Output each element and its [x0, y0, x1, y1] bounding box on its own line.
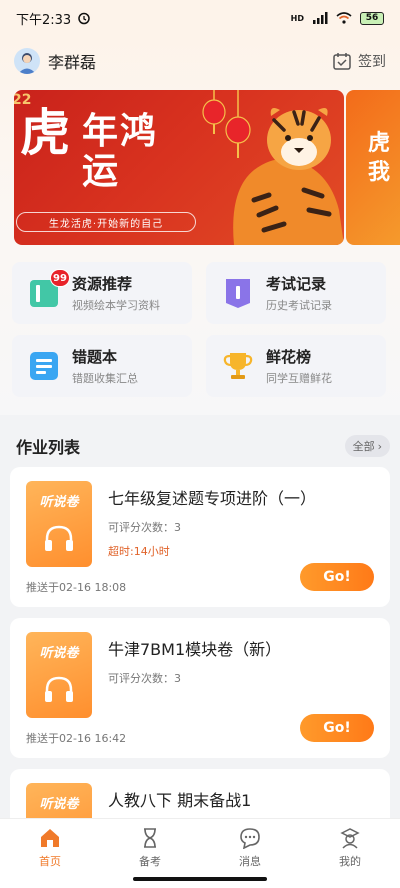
signal-icon — [313, 12, 328, 24]
mistake-book-subtitle: 错题收集汇总 — [72, 372, 138, 385]
signin-label: 签到 — [358, 54, 386, 70]
thumbnail-label: 听说卷 — [39, 495, 79, 510]
signin-button[interactable]: 签到 — [332, 51, 386, 71]
flower-rank-title: 鲜花榜 — [266, 348, 312, 366]
profile-icon — [340, 828, 360, 849]
mistake-book-icon — [28, 350, 60, 382]
headphones-icon — [45, 676, 73, 702]
tab-label: 首页 — [39, 855, 61, 868]
homework-thumbnail: 听说卷 — [26, 481, 92, 567]
banner-title-char: 虎 — [20, 103, 70, 162]
header: 李群磊 签到 — [0, 36, 400, 86]
resource-badge: 99 — [50, 269, 70, 287]
flower-rank-subtitle: 同学互赠鲜花 — [266, 372, 332, 385]
tiger-illustration — [233, 108, 344, 245]
homework-push-time: 推送于02-16 16:42 — [26, 732, 127, 745]
tab-prepare[interactable]: 备考 — [120, 827, 180, 869]
homework-item-title: 牛津7BM1模块卷（新） — [108, 640, 282, 659]
tab-label: 我的 — [339, 855, 361, 868]
homework-score-count: 可评分次数：3 — [108, 521, 181, 534]
home-indicator — [133, 877, 267, 881]
resource-card[interactable]: 99 资源推荐 视频绘本学习资料 — [12, 262, 192, 324]
mistake-book-title: 错题本 — [72, 348, 118, 366]
homework-overtime: 超时:14小时 — [108, 545, 170, 558]
message-icon — [240, 828, 260, 849]
hourglass-icon — [144, 828, 156, 848]
user-profile[interactable]: 李群磊 — [14, 48, 96, 74]
homework-card[interactable]: 听说卷 七年级复述题专项进阶（一） 可评分次数：3 超时:14小时 推送于02-… — [10, 467, 390, 607]
battery-indicator: 56 — [360, 11, 384, 25]
mistake-book-card[interactable]: 错题本 错题收集汇总 — [12, 335, 192, 397]
banner-next-peek[interactable]: 虎 我 — [346, 90, 400, 245]
thumbnail-label: 听说卷 — [39, 797, 79, 812]
status-time: 下午2:33 — [16, 12, 72, 28]
exam-record-icon — [222, 277, 254, 309]
homework-push-time: 推送于02-16 18:08 — [26, 581, 127, 594]
tab-home[interactable]: 首页 — [20, 827, 80, 869]
go-button[interactable]: Go! — [300, 714, 374, 742]
exam-record-subtitle: 历史考试记录 — [266, 299, 332, 312]
go-button[interactable]: Go! — [300, 563, 374, 591]
homework-header: 作业列表 全部 › — [16, 432, 390, 460]
homework-title: 作业列表 — [16, 438, 81, 457]
banner-title-rest: 年鸿运 — [82, 110, 159, 192]
headphones-icon — [45, 525, 73, 551]
resource-icon: 99 — [28, 269, 70, 309]
banner-peek-text: 虎 我 — [368, 131, 391, 185]
network-label: HD — [290, 13, 304, 23]
resource-subtitle: 视频绘本学习资料 — [72, 299, 160, 312]
alarm-icon — [78, 12, 90, 25]
wifi-icon — [336, 12, 352, 24]
homework-item-title: 七年级复述题专项进阶（一） — [108, 489, 317, 508]
banner-subtitle: 生龙活虎·开始新的自己 — [16, 212, 196, 232]
tab-profile[interactable]: 我的 — [320, 827, 380, 869]
exam-record-title: 考试记录 — [266, 275, 327, 293]
homework-card[interactable]: 听说卷 牛津7BM1模块卷（新） 可评分次数：3 推送于02-16 16:42 … — [10, 618, 390, 758]
tab-label: 消息 — [239, 855, 261, 868]
calendar-icon — [333, 53, 351, 70]
tab-label: 备考 — [139, 855, 161, 868]
avatar[interactable] — [14, 48, 40, 74]
flower-rank-card[interactable]: 鲜花榜 同学互赠鲜花 — [206, 335, 386, 397]
tab-messages[interactable]: 消息 — [220, 827, 280, 869]
resource-title: 资源推荐 — [72, 275, 133, 293]
homework-score-count: 可评分次数：3 — [108, 672, 181, 685]
status-bar: 下午2:33 HD 56 — [0, 0, 400, 36]
homework-item-title: 人教八下 期末备战1 — [108, 791, 252, 810]
homework-thumbnail: 听说卷 — [26, 632, 92, 718]
view-all-label: 全部 — [352, 440, 375, 453]
chevron-right-icon: › — [377, 439, 382, 453]
thumbnail-label: 听说卷 — [39, 646, 79, 661]
trophy-icon — [222, 350, 254, 382]
banner-carousel[interactable]: 22 虎 年鸿运 生龙活虎·开始新的自己 — [14, 90, 344, 245]
home-icon — [41, 829, 59, 847]
exam-record-card[interactable]: 考试记录 历史考试记录 — [206, 262, 386, 324]
username: 李群磊 — [48, 53, 97, 72]
view-all-button[interactable]: 全部 › — [344, 435, 390, 457]
